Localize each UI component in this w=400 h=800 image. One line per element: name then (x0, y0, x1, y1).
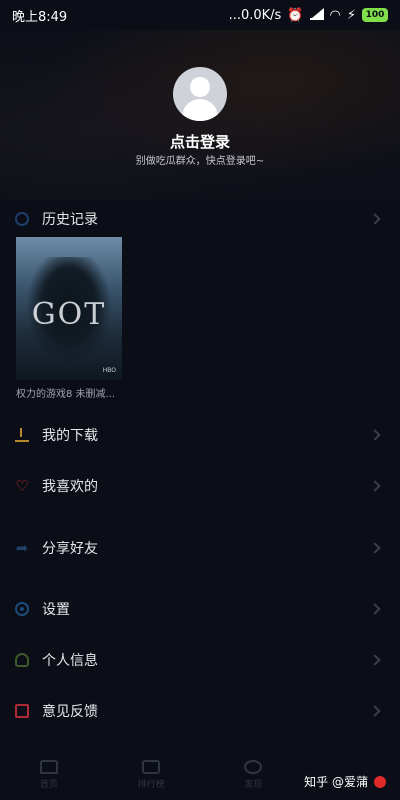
menu-item-feedback[interactable]: 意见反馈 (0, 691, 400, 731)
menu-label-history: 历史记录 (42, 212, 98, 228)
profile-icon (15, 653, 29, 667)
user-avatar-icon (374, 775, 386, 788)
avatar-head-shape (190, 77, 210, 97)
poster-network-logo: HBO (102, 367, 116, 374)
login-button[interactable]: 点击登录 (0, 131, 400, 152)
home-icon (39, 760, 58, 774)
poster-logo: GOT (31, 297, 107, 332)
wifi-icon: ◠ (329, 7, 341, 23)
tab-label-home: 首页 (39, 780, 58, 790)
profile-header: 点击登录 别做吃瓜群众，快点登录吧~ (0, 30, 400, 200)
chevron-right-icon (369, 213, 381, 225)
history-poster[interactable]: GOT HBO (16, 237, 122, 380)
eye-icon (244, 760, 263, 774)
chevron-right-icon (369, 480, 381, 492)
signal-icon (309, 8, 324, 20)
chevron-right-icon (369, 542, 381, 554)
chevron-right-icon (369, 603, 381, 615)
share-icon: ➦ (15, 539, 29, 557)
feedback-icon (15, 704, 29, 718)
menu-item-settings[interactable]: 设置 (0, 589, 400, 629)
status-icons: ...0.0K/s ⏰ ◠ ⚡ 100 (229, 8, 388, 23)
charging-icon: ⚡ (346, 7, 356, 23)
heart-icon: ♡ (15, 477, 29, 495)
menu-label-share: 分享好友 (42, 541, 98, 557)
history-item-title[interactable]: 权力的游戏8 未删减... (16, 385, 136, 400)
menu-item-favorites[interactable]: ♡ 我喜欢的 (0, 466, 400, 506)
menu-item-profile[interactable]: 个人信息 (0, 640, 400, 680)
history-icon (15, 212, 29, 226)
avatar[interactable] (173, 67, 227, 121)
tab-home[interactable]: 首页 (39, 760, 58, 790)
menu-label-profile: 个人信息 (42, 653, 98, 669)
menu-label-favorites: 我喜欢的 (42, 479, 98, 495)
battery-icon: 100 (362, 8, 388, 22)
status-bar: 晚上8:49 ...0.0K/s ⏰ ◠ ⚡ 100 (0, 0, 400, 30)
tab-label-ranking: 排行榜 (137, 780, 165, 790)
status-time: 晚上8:49 (12, 9, 68, 25)
tab-discover[interactable]: 发现 (244, 760, 262, 790)
settings-icon (15, 602, 29, 616)
menu-label-settings: 设置 (42, 602, 70, 618)
chevron-right-icon (369, 705, 381, 717)
download-icon (15, 428, 29, 442)
watermark-text: 知乎 @爱蒲 (304, 775, 368, 789)
play-icon (142, 760, 161, 774)
avatar-body-shape (182, 99, 218, 121)
menu-label-downloads: 我的下载 (42, 428, 98, 444)
tab-label-discover: 发现 (244, 780, 263, 790)
watermark: 知乎 @爱蒲 (304, 773, 386, 790)
menu-item-history[interactable]: 历史记录 (0, 199, 400, 239)
chevron-right-icon (369, 429, 381, 441)
chevron-right-icon (369, 654, 381, 666)
menu-item-downloads[interactable]: 我的下载 (0, 415, 400, 455)
login-subtitle: 别做吃瓜群众，快点登录吧~ (135, 156, 265, 167)
menu-label-feedback: 意见反馈 (42, 704, 98, 720)
network-speed: ...0.0K/s (228, 7, 282, 23)
alarm-icon: ⏰ (287, 7, 304, 23)
tab-ranking[interactable]: 排行榜 (138, 760, 165, 790)
menu-item-share[interactable]: ➦ 分享好友 (0, 528, 400, 568)
